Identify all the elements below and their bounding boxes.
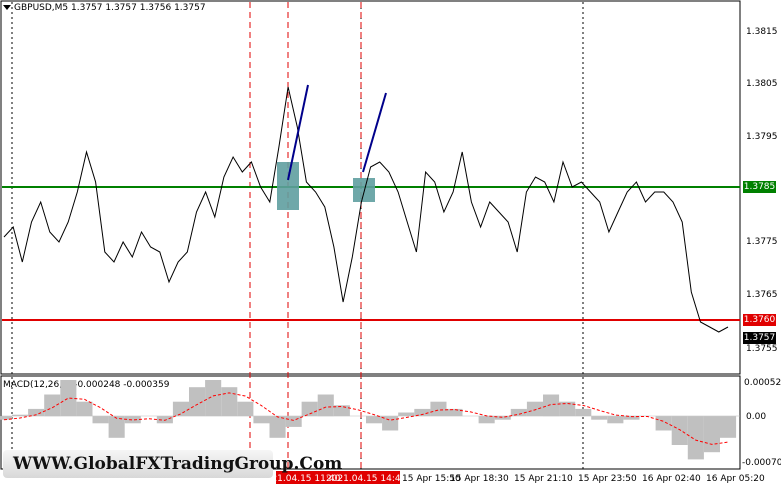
macd-bar	[671, 416, 688, 445]
time-tick-label: 16 Apr 05:20	[706, 474, 765, 484]
macd-tick-label: 0.00	[746, 412, 766, 422]
macd-bar	[720, 416, 737, 438]
time-tick-label: 15 Apr 18:30	[450, 474, 509, 484]
macd-bar	[205, 380, 222, 417]
macd-bar	[703, 416, 720, 453]
entry-zone-box	[277, 162, 299, 210]
macd-bar	[655, 416, 672, 431]
price-tick-label: 1.3805	[746, 79, 778, 89]
price-tick-label: 1.3765	[746, 290, 778, 300]
macd-histogram	[0, 380, 737, 460]
price-tick-label: 1.3755	[746, 344, 778, 354]
macd-bar	[607, 416, 624, 424]
macd-bar	[76, 401, 93, 417]
time-tick-label: 15 Apr 23:50	[578, 474, 637, 484]
trend-line-blue[interactable]	[362, 92, 387, 173]
macd-tick-label: -0.000704	[742, 458, 781, 468]
macd-bar	[526, 401, 543, 417]
macd-bar	[172, 401, 189, 417]
macd-bar	[543, 394, 560, 417]
entry-zone-box	[353, 178, 375, 202]
macd-bar	[253, 416, 270, 424]
macd-bar	[575, 408, 592, 417]
macd-bar	[124, 416, 141, 424]
price-tick-label: 1.3775	[746, 237, 778, 247]
current-price-badge: 1.3757	[743, 332, 776, 344]
macd-bar	[317, 394, 334, 417]
macd-bar	[237, 401, 254, 417]
macd-bar	[591, 416, 608, 420]
time-tick-label: 15 Apr 21:10	[514, 474, 573, 484]
macd-bar	[60, 380, 77, 417]
level-badge-green: 1.3785	[743, 181, 776, 193]
macd-bar	[430, 401, 447, 417]
macd-bar	[398, 412, 415, 417]
price-tick-label: 1.3815	[746, 27, 778, 37]
macd-bar	[366, 416, 383, 424]
macd-bar	[12, 414, 29, 417]
macd-bar	[269, 416, 286, 438]
macd-bar	[478, 416, 495, 424]
macd-bar	[92, 416, 109, 424]
macd-bar	[333, 405, 350, 417]
macd-bar	[382, 416, 399, 431]
price-tick-label: 1.3795	[746, 132, 778, 142]
watermark-banner: WWW.GlobalFXTradingGroup.Com	[3, 450, 342, 478]
time-tick-label: 2021.04.15 14:45	[326, 474, 406, 484]
time-tick-label: 16 Apr 02:40	[642, 474, 701, 484]
macd-bar	[221, 387, 238, 417]
macd-bar	[44, 394, 61, 417]
price-chart[interactable]: 1.3815 1.3805 1.3795 1.3775 1.3765 1.375…	[0, 0, 781, 489]
macd-bar	[687, 416, 704, 460]
level-badge-red: 1.3760	[743, 314, 776, 326]
macd-tick-label: 0.000528	[744, 378, 781, 388]
price-series-line	[3, 86, 729, 333]
macd-bar	[108, 416, 125, 438]
macd-bar	[285, 416, 302, 427]
macd-bar	[189, 387, 206, 417]
